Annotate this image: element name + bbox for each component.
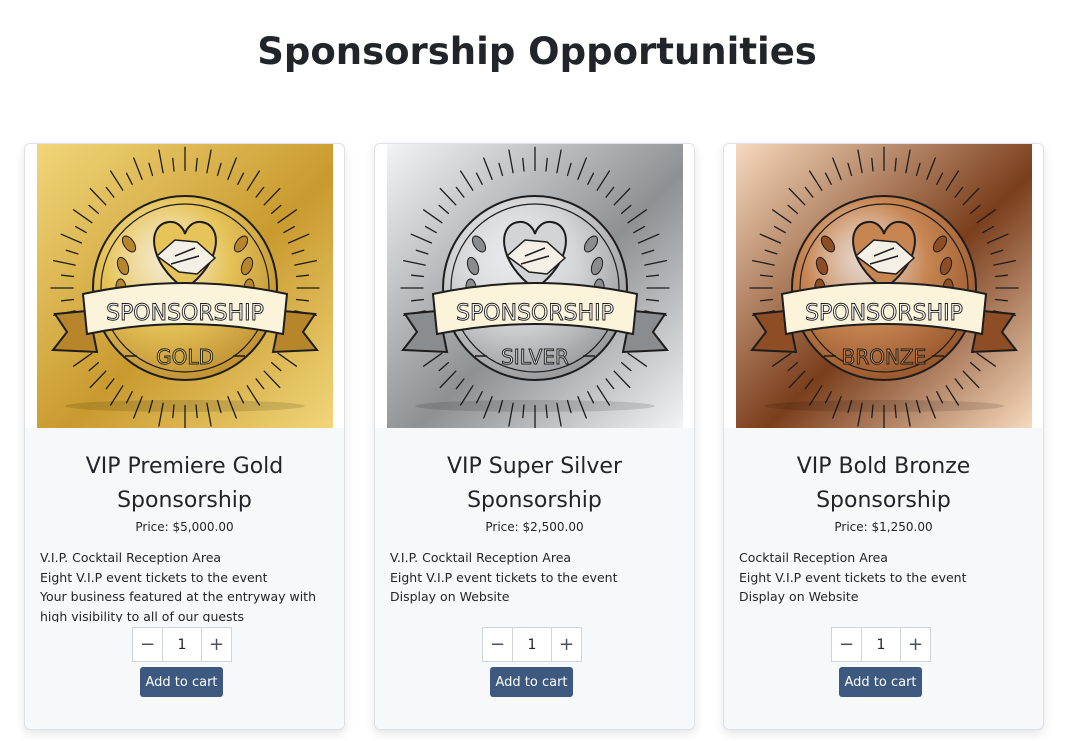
product-card-gold: SPONSORSHIP GOLD VIP Premiere Gold Sponso… bbox=[24, 143, 345, 730]
quantity-stepper: − + bbox=[831, 627, 931, 662]
badge-label-sponsorship: SPONSORSHIP bbox=[106, 301, 264, 326]
quantity-decrease-button[interactable]: − bbox=[483, 628, 513, 661]
product-title[interactable]: VIP Premiere Gold Sponsorship bbox=[43, 450, 326, 518]
sponsorship-badge-image[interactable]: SPONSORSHIP GOLD bbox=[37, 144, 333, 428]
product-card-bronze: SPONSORSHIP BRONZE VIP Bold Bronze Sponso… bbox=[723, 143, 1044, 730]
minus-icon: − bbox=[139, 634, 156, 655]
feature-item: Your business featured at the entryway w… bbox=[40, 589, 316, 622]
product-price: Price: $1,250.00 bbox=[834, 520, 933, 534]
sponsorship-badge-image[interactable]: SPONSORSHIP BRONZE bbox=[736, 144, 1032, 428]
quantity-input[interactable] bbox=[163, 628, 201, 661]
badge-label-sponsorship: SPONSORSHIP bbox=[456, 301, 614, 326]
quantity-stepper: − + bbox=[132, 627, 232, 662]
sponsorship-badge-image[interactable]: SPONSORSHIP SILVER bbox=[387, 144, 683, 428]
product-title[interactable]: VIP Super Silver Sponsorship bbox=[393, 450, 676, 518]
add-to-cart-button[interactable]: Add to cart bbox=[140, 667, 223, 697]
feature-item: Display on Website bbox=[739, 589, 859, 605]
quantity-increase-button[interactable]: + bbox=[201, 628, 231, 661]
product-image-frame: SPONSORSHIP BRONZE bbox=[724, 144, 1043, 428]
minus-icon: − bbox=[838, 634, 855, 655]
feature-item: Eight V.I.P event tickets to the event bbox=[739, 569, 967, 585]
feature-item: Eight V.I.P event tickets to the event bbox=[390, 569, 618, 585]
product-title[interactable]: VIP Bold Bronze Sponsorship bbox=[742, 450, 1025, 518]
plus-icon: + bbox=[208, 634, 225, 655]
feature-item: Eight V.I.P event tickets to the event bbox=[40, 569, 268, 585]
badge-label-tier: GOLD bbox=[156, 345, 214, 369]
add-to-cart-button[interactable]: Add to cart bbox=[839, 667, 922, 697]
badge-label-sponsorship: SPONSORSHIP bbox=[805, 301, 963, 326]
feature-item: Cocktail Reception Area bbox=[739, 550, 888, 565]
quantity-input[interactable] bbox=[862, 628, 900, 661]
product-price: Price: $2,500.00 bbox=[485, 520, 584, 534]
badge-label-tier: SILVER bbox=[501, 345, 569, 369]
feature-list: V.I.P. Cocktail Reception Area Eight V.I… bbox=[390, 548, 680, 622]
quantity-increase-button[interactable]: + bbox=[900, 628, 930, 661]
plus-icon: + bbox=[558, 634, 575, 655]
plus-icon: + bbox=[907, 634, 924, 655]
feature-item: V.I.P. Cocktail Reception Area bbox=[390, 550, 572, 565]
quantity-input[interactable] bbox=[513, 628, 551, 661]
minus-icon: − bbox=[489, 634, 506, 655]
product-image-frame: SPONSORSHIP GOLD bbox=[25, 144, 344, 428]
product-price: Price: $5,000.00 bbox=[135, 520, 234, 534]
quantity-decrease-button[interactable]: − bbox=[133, 628, 163, 661]
feature-item: V.I.P. Cocktail Reception Area bbox=[40, 550, 222, 565]
feature-list: V.I.P. Cocktail Reception Area Eight V.I… bbox=[40, 548, 330, 622]
product-image-frame: SPONSORSHIP SILVER bbox=[375, 144, 694, 428]
quantity-stepper: − + bbox=[482, 627, 582, 662]
badge-label-tier: BRONZE bbox=[842, 345, 927, 369]
quantity-increase-button[interactable]: + bbox=[551, 628, 581, 661]
feature-list: Cocktail Reception Area Eight V.I.P even… bbox=[739, 548, 1029, 622]
product-card-silver: SPONSORSHIP SILVER VIP Super Silver Spons… bbox=[374, 143, 695, 730]
quantity-decrease-button[interactable]: − bbox=[832, 628, 862, 661]
page-title: Sponsorship Opportunities bbox=[257, 30, 817, 73]
add-to-cart-button[interactable]: Add to cart bbox=[490, 667, 573, 697]
feature-item: Display on Website bbox=[390, 589, 510, 605]
